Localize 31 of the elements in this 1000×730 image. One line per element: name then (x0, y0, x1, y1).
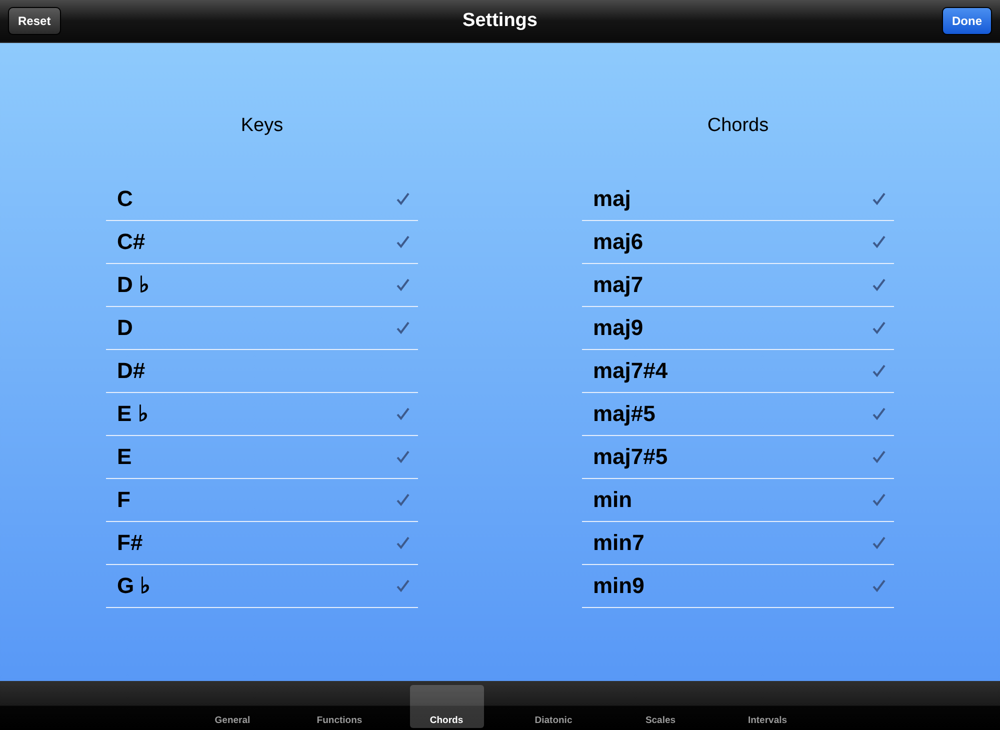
list-item[interactable]: maj9 (593, 315, 644, 341)
list-item[interactable]: D# (117, 358, 146, 384)
tab[interactable]: Functions (302, 685, 376, 728)
tab[interactable]: Intervals (730, 685, 804, 728)
list-item[interactable]: min7 (593, 530, 644, 556)
tab[interactable]: Diatonic (516, 685, 590, 728)
list-item[interactable]: min9 (593, 573, 644, 599)
nav-title: Settings (462, 10, 538, 32)
list-item[interactable]: C (117, 186, 133, 212)
tab[interactable]: Chords (410, 685, 484, 728)
list-item[interactable]: D (117, 315, 133, 341)
tab[interactable]: Scales (624, 685, 698, 728)
reset-button[interactable]: Reset (8, 7, 61, 35)
list-item[interactable]: F# (117, 530, 143, 556)
list-item[interactable]: min (593, 487, 632, 513)
column-heading: Keys (240, 114, 284, 138)
list-item[interactable]: E ♭ (117, 401, 148, 427)
list-item[interactable]: G ♭ (117, 573, 150, 599)
list-item[interactable]: maj (593, 186, 631, 212)
list-item[interactable]: C# (117, 229, 146, 255)
list-item[interactable]: maj7#5 (593, 444, 668, 470)
tab[interactable]: General (196, 685, 270, 728)
list-item[interactable]: D ♭ (117, 272, 149, 298)
list-item[interactable]: maj7#4 (593, 358, 668, 384)
list-item[interactable]: F (117, 487, 130, 513)
column-heading: Chords (706, 114, 770, 138)
done-button[interactable]: Done (942, 7, 992, 35)
list-item[interactable]: maj7 (593, 272, 644, 298)
list-item[interactable]: E (117, 444, 132, 470)
list-item[interactable]: maj#5 (593, 401, 656, 427)
list-item[interactable]: maj6 (593, 229, 644, 255)
